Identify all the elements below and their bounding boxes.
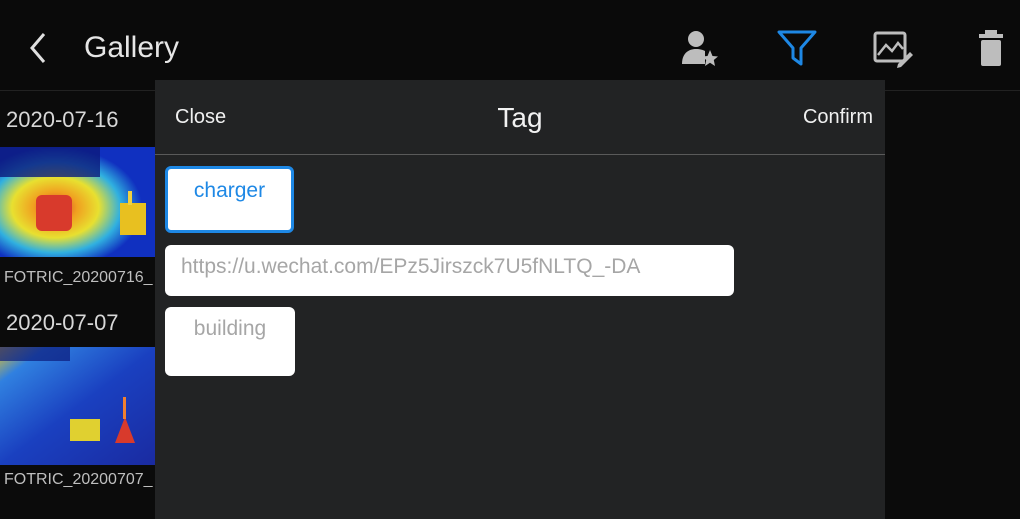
back-icon[interactable] xyxy=(24,30,54,66)
page-title: Gallery xyxy=(84,31,180,64)
dialog-header: Close Tag Confirm xyxy=(155,80,885,155)
thermal-thumbnail[interactable] xyxy=(0,347,158,465)
tag-dialog: Close Tag Confirm charger https://u.wech… xyxy=(155,80,885,519)
trash-icon[interactable] xyxy=(976,28,1006,68)
top-bar: Gallery xyxy=(0,0,1020,91)
date-header: 2020-07-07 xyxy=(6,310,119,335)
tag-label: charger xyxy=(193,179,266,202)
tag-chip-charger[interactable]: charger xyxy=(165,166,294,233)
tag-chip-url[interactable]: https://u.wechat.com/EPz5Jirszck7U5fNLTQ… xyxy=(165,245,734,296)
file-name: FOTRIC_20200716_ xyxy=(4,269,153,286)
tag-chip-building[interactable]: building xyxy=(165,307,295,376)
dialog-title: Tag xyxy=(497,102,543,133)
tag-label: https://u.wechat.com/EPz5Jirszck7U5fNLTQ… xyxy=(181,255,641,278)
tag-label: building xyxy=(193,317,267,340)
file-name: FOTRIC_20200707_ xyxy=(4,471,153,488)
person-star-icon[interactable] xyxy=(680,28,720,68)
filter-icon[interactable] xyxy=(776,28,818,68)
image-edit-icon[interactable] xyxy=(872,28,914,68)
thermal-thumbnail[interactable] xyxy=(0,147,158,257)
date-header: 2020-07-16 xyxy=(6,107,119,132)
confirm-button[interactable]: Confirm xyxy=(803,106,873,129)
